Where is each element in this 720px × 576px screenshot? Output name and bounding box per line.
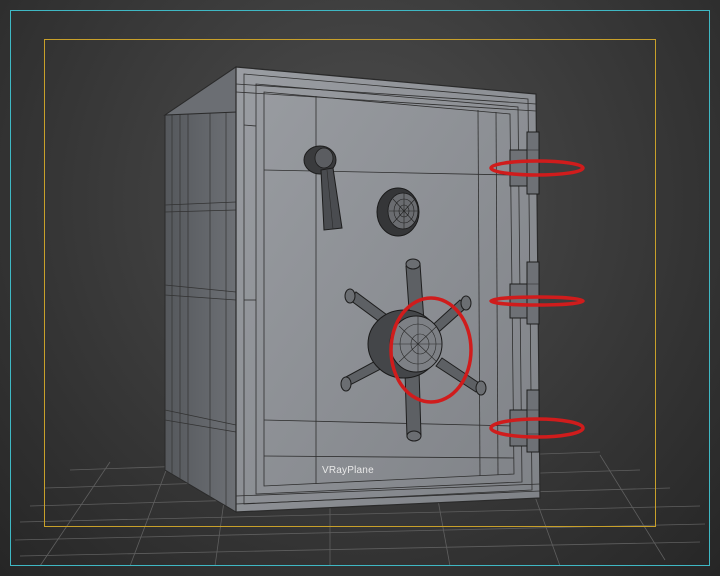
- viewport-scene[interactable]: [0, 0, 720, 576]
- object-name-label: VRayPlane: [322, 465, 374, 476]
- safe-front-face[interactable]: [235, 66, 541, 513]
- combination-dial[interactable]: [376, 187, 420, 237]
- 3d-viewport[interactable]: VRayPlane: [0, 0, 720, 576]
- safe-side-face[interactable]: [164, 66, 237, 513]
